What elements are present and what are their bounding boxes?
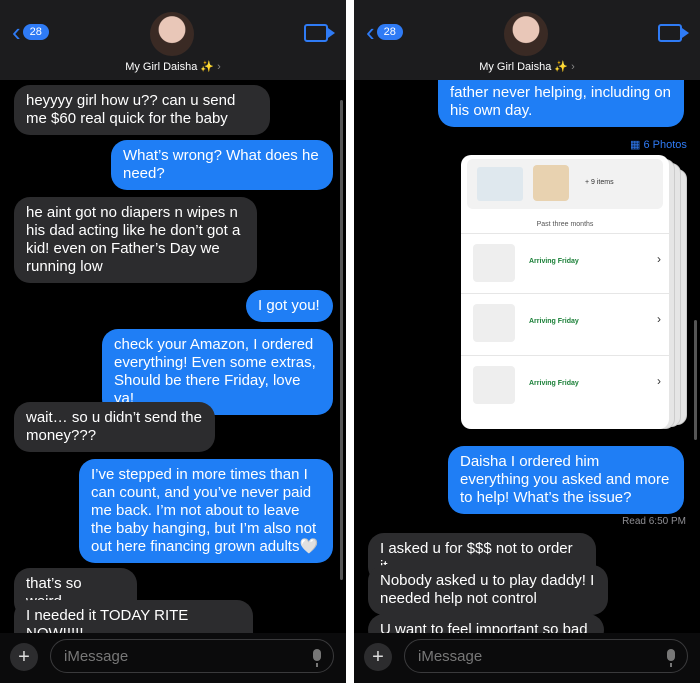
photo-stack[interactable]: + 9 items Past three months Arriving Fri… [461, 155, 689, 433]
product-thumbnail [473, 244, 515, 282]
amazon-orders-screenshot: + 9 items Past three months Arriving Fri… [461, 155, 669, 429]
outgoing-message: What’s wrong? What does he need? [111, 140, 333, 190]
arriving-status: Arriving Friday [529, 380, 579, 387]
incoming-message: wait… so u didn’t send the money??? [14, 402, 215, 452]
back-button[interactable]: ‹ 28 [366, 17, 403, 47]
scrollbar[interactable] [694, 320, 697, 440]
chevron-right-icon: › [571, 61, 575, 73]
video-call-icon[interactable] [304, 24, 335, 42]
avatar[interactable] [150, 12, 194, 56]
microphone-icon[interactable] [313, 649, 321, 667]
message-input-placeholder: iMessage [64, 648, 129, 665]
contact-name-label: My Girl Daisha ✨ [479, 61, 569, 73]
past-label: Past three months [536, 221, 594, 228]
product-thumbnail [473, 366, 515, 404]
incoming-message: Nobody asked u to play daddy! I needed h… [368, 565, 608, 615]
outgoing-message: I’ve stepped in more times than I can co… [79, 459, 333, 563]
message-input-placeholder: iMessage [418, 648, 483, 665]
contact-name-label: My Girl Daisha ✨ [125, 61, 215, 73]
back-button[interactable]: ‹ 28 [12, 17, 49, 47]
composer-bar: + iMessage [354, 633, 700, 683]
chevron-right-icon: › [217, 61, 221, 73]
chevron-right-icon: › [657, 312, 661, 326]
incoming-message: he aint got no diapers n wipes n his dad… [14, 197, 257, 283]
photos-link[interactable]: ▦ 6 Photos [630, 138, 687, 151]
chat-header: ‹ 28 My Girl Daisha ✨ › [0, 0, 346, 80]
bottles-thumbnail [477, 167, 523, 201]
right-conversation-panel: father never helping, including on his o… [354, 0, 700, 683]
chevron-right-icon: › [657, 252, 661, 266]
photos-grid-icon: ▦ [630, 139, 641, 151]
order-row: Arriving Friday › [461, 233, 669, 292]
video-call-icon[interactable] [658, 24, 689, 42]
composer-bar: + iMessage [0, 633, 346, 683]
order-row: Arriving Friday › [461, 293, 669, 352]
chevron-left-icon: ‹ [12, 17, 21, 47]
order-summary: + 9 items [467, 159, 663, 209]
microphone-icon[interactable] [667, 649, 675, 667]
items-count: + 9 items [585, 179, 614, 186]
arriving-status: Arriving Friday [529, 258, 579, 265]
outgoing-message: Daisha I ordered him everything you aske… [448, 446, 684, 514]
avatar[interactable] [504, 12, 548, 56]
arriving-status: Arriving Friday [529, 318, 579, 325]
read-receipt: Read 6:50 PM [622, 516, 686, 527]
scrollbar[interactable] [340, 100, 343, 580]
chat-header: ‹ 28 My Girl Daisha ✨ › [354, 0, 700, 80]
chevron-right-icon: › [657, 374, 661, 388]
contact-name[interactable]: My Girl Daisha ✨ › [0, 60, 346, 73]
chevron-left-icon: ‹ [366, 17, 375, 47]
contact-name[interactable]: My Girl Daisha ✨ › [354, 60, 700, 73]
unread-count-badge: 28 [22, 24, 49, 40]
left-conversation-panel: ‹ 28 My Girl Daisha ✨ › heyyyy girl how … [0, 0, 346, 683]
message-input[interactable]: iMessage [404, 639, 688, 673]
photos-label: 6 Photos [643, 139, 687, 151]
plus-button[interactable]: + [10, 643, 38, 671]
order-row: Arriving Friday › [461, 355, 669, 414]
incoming-message: heyyyy girl how u?? can u send me $60 re… [14, 85, 270, 135]
wipes-thumbnail [533, 165, 569, 201]
plus-button[interactable]: + [364, 643, 392, 671]
product-thumbnail [473, 304, 515, 342]
unread-count-badge: 28 [376, 24, 403, 40]
outgoing-message: I got you! [246, 290, 333, 322]
message-input[interactable]: iMessage [50, 639, 334, 673]
